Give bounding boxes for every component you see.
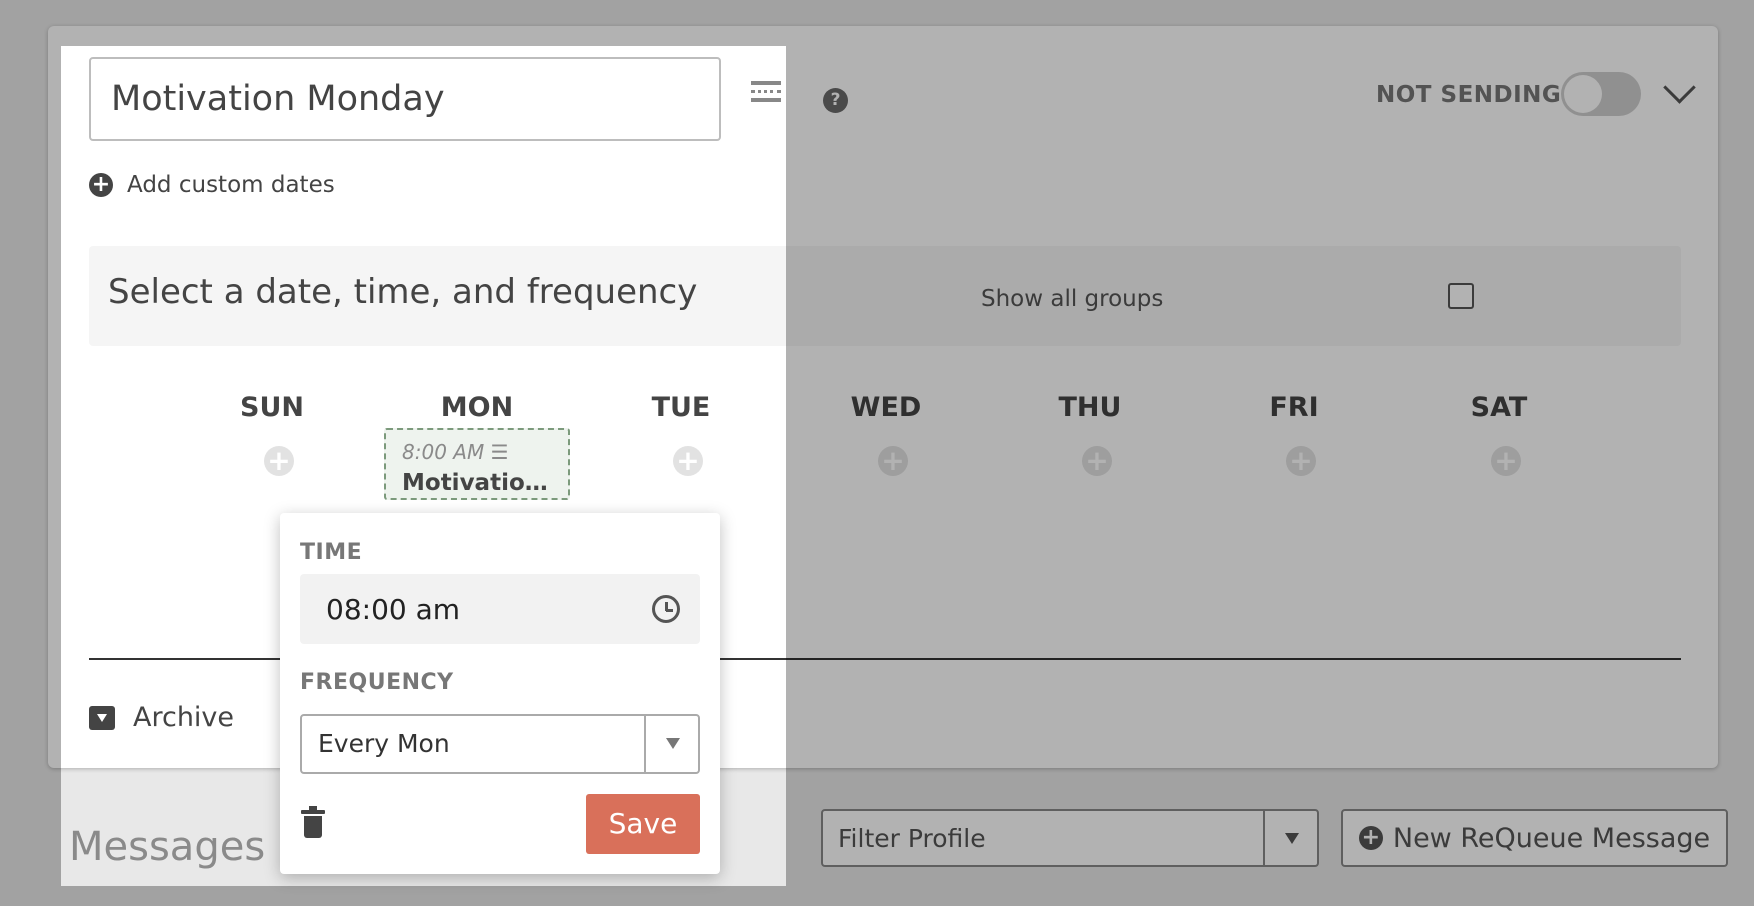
status-label: NOT SENDING bbox=[1376, 82, 1562, 108]
show-all-groups-label: Show all groups bbox=[981, 286, 1164, 312]
filter-caret[interactable] bbox=[1263, 809, 1319, 867]
schedule-slot-mon[interactable]: 8:00 AM ☰ Motivatio… bbox=[384, 428, 570, 500]
plus-circle-icon: + bbox=[1358, 826, 1383, 850]
time-value: 08:00 am bbox=[326, 592, 461, 626]
add-custom-dates-label: Add custom dates bbox=[127, 172, 335, 198]
add-slot-wed-icon[interactable]: + bbox=[878, 446, 908, 476]
day-header-fri: FRI bbox=[1269, 392, 1319, 423]
new-requeue-message-button[interactable]: + New ReQueue Message bbox=[1341, 809, 1728, 867]
slot-name: Motivatio… bbox=[402, 470, 548, 496]
show-all-groups-checkbox[interactable] bbox=[1448, 283, 1474, 309]
help-icon[interactable]: ? bbox=[823, 88, 848, 113]
time-label: TIME bbox=[300, 540, 363, 565]
schedule-title-input[interactable]: Motivation Monday bbox=[89, 57, 721, 141]
add-slot-fri-icon[interactable]: + bbox=[1286, 446, 1316, 476]
save-button[interactable]: Save bbox=[586, 794, 700, 854]
day-header-wed: WED bbox=[850, 392, 922, 423]
day-header-sat: SAT bbox=[1470, 392, 1528, 423]
row-layout-icon: ☰ bbox=[490, 440, 509, 464]
archive-label: Archive bbox=[133, 702, 235, 733]
clock-icon bbox=[652, 595, 680, 623]
day-header-thu: THU bbox=[1058, 392, 1122, 423]
frequency-label: FREQUENCY bbox=[300, 670, 454, 695]
trash-icon[interactable] bbox=[301, 806, 325, 838]
add-slot-sun-icon[interactable]: + bbox=[264, 446, 294, 476]
add-custom-dates-link[interactable]: + Add custom dates bbox=[89, 172, 335, 198]
caret-down-icon bbox=[666, 738, 680, 749]
add-slot-thu-icon[interactable]: + bbox=[1082, 446, 1112, 476]
day-header-mon: MON bbox=[440, 392, 514, 423]
new-message-label: New ReQueue Message bbox=[1392, 822, 1711, 854]
toggle-knob bbox=[1564, 75, 1602, 113]
filter-profile-placeholder: Filter Profile bbox=[838, 824, 986, 853]
archive-icon bbox=[89, 705, 115, 730]
caret-down-icon bbox=[1285, 833, 1299, 844]
slot-time: 8:00 AM ☰ bbox=[402, 440, 509, 464]
add-slot-sat-icon[interactable]: + bbox=[1491, 446, 1521, 476]
row-layout-icon[interactable] bbox=[751, 81, 781, 115]
plus-circle-icon: + bbox=[89, 173, 113, 197]
add-slot-tue-icon[interactable]: + bbox=[673, 446, 703, 476]
time-input[interactable]: 08:00 am bbox=[300, 574, 700, 644]
select-title: Select a date, time, and frequency bbox=[108, 272, 698, 312]
frequency-caret[interactable] bbox=[644, 714, 700, 774]
frequency-value: Every Mon bbox=[318, 729, 450, 758]
day-header-sun: SUN bbox=[240, 392, 304, 423]
day-header-tue: TUE bbox=[651, 392, 711, 423]
messages-heading: Messages bbox=[69, 824, 266, 870]
archive-button[interactable]: Archive bbox=[89, 702, 234, 733]
